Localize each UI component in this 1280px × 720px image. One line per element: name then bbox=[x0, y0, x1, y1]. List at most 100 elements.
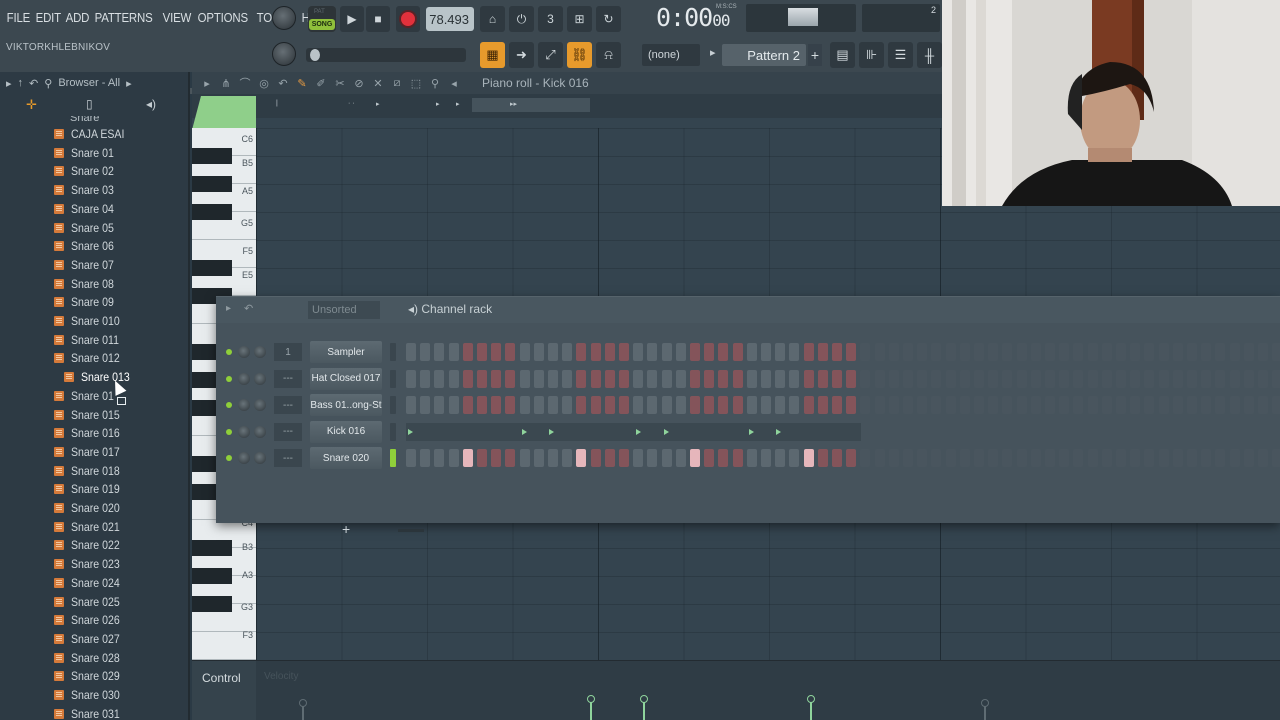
step-button[interactable] bbox=[519, 369, 530, 388]
step-button[interactable] bbox=[491, 396, 502, 414]
step-button[interactable] bbox=[1116, 396, 1126, 414]
add-pattern-button[interactable]: + bbox=[808, 44, 822, 66]
step-button[interactable] bbox=[1187, 449, 1197, 467]
step-button[interactable] bbox=[1229, 369, 1240, 388]
step-button[interactable] bbox=[477, 343, 487, 361]
step-button[interactable] bbox=[888, 369, 899, 388]
step-button[interactable] bbox=[619, 396, 629, 414]
step-button[interactable] bbox=[690, 449, 700, 467]
step-button[interactable] bbox=[1201, 449, 1212, 467]
step-button[interactable] bbox=[1030, 369, 1041, 388]
step-button[interactable] bbox=[974, 396, 984, 414]
step-button[interactable] bbox=[704, 449, 715, 467]
control-label[interactable]: Control bbox=[202, 671, 241, 685]
step-button[interactable] bbox=[661, 396, 672, 414]
step-button[interactable] bbox=[832, 369, 842, 388]
step-button[interactable] bbox=[647, 396, 658, 414]
step-button[interactable] bbox=[718, 343, 729, 361]
step-button[interactable] bbox=[462, 449, 473, 467]
step-button[interactable] bbox=[604, 343, 615, 361]
step-button[interactable] bbox=[1229, 343, 1240, 361]
step-button[interactable] bbox=[1187, 343, 1197, 361]
step-button[interactable] bbox=[874, 369, 885, 388]
step-button[interactable] bbox=[619, 449, 629, 467]
step-button[interactable] bbox=[945, 396, 956, 414]
step-button[interactable] bbox=[789, 396, 800, 414]
step-button[interactable] bbox=[846, 449, 857, 467]
step-button[interactable] bbox=[1187, 396, 1197, 414]
countdown-icon[interactable]: 3 bbox=[538, 6, 563, 32]
delete-icon[interactable]: ✂ bbox=[333, 76, 347, 90]
browser-item[interactable]: Snare 021 bbox=[54, 518, 126, 536]
step-button[interactable] bbox=[1229, 396, 1240, 414]
step-button[interactable] bbox=[1116, 343, 1126, 361]
metronome-icon[interactable]: ⌂ bbox=[480, 6, 505, 32]
arrow-right-icon[interactable]: ➜ bbox=[509, 42, 534, 68]
browser-item[interactable]: Snare 022 bbox=[54, 536, 126, 554]
step-button[interactable] bbox=[1059, 343, 1070, 361]
channel-select-indicator[interactable] bbox=[390, 396, 396, 414]
step-button[interactable] bbox=[732, 369, 743, 388]
step-button[interactable] bbox=[548, 449, 558, 467]
volume-knob[interactable] bbox=[254, 452, 266, 464]
channel-select-indicator[interactable] bbox=[390, 369, 396, 388]
step-button[interactable] bbox=[434, 449, 445, 467]
step-button[interactable] bbox=[1272, 343, 1280, 361]
browser-title[interactable]: Browser - All bbox=[58, 77, 120, 89]
step-button[interactable] bbox=[434, 343, 445, 361]
channel-name-button[interactable]: Bass 01..ong-St bbox=[310, 394, 382, 416]
step-button[interactable] bbox=[1101, 369, 1112, 388]
mute-led[interactable] bbox=[226, 428, 232, 435]
step-button[interactable] bbox=[832, 343, 842, 361]
step-button[interactable] bbox=[917, 369, 928, 388]
tempo-display[interactable]: 78.493 bbox=[426, 7, 474, 31]
channel-select-indicator[interactable] bbox=[390, 449, 396, 467]
step-button[interactable] bbox=[704, 369, 715, 388]
step-button[interactable] bbox=[590, 396, 601, 414]
step-button[interactable] bbox=[675, 369, 686, 388]
channel-name-button[interactable]: Kick 016 bbox=[310, 420, 382, 443]
step-button[interactable] bbox=[988, 449, 999, 467]
step-button[interactable] bbox=[519, 396, 530, 414]
step-button[interactable] bbox=[931, 449, 942, 467]
channel-rack-window-icon[interactable]: ☰ bbox=[888, 42, 913, 68]
target-icon[interactable]: ◎ bbox=[257, 76, 271, 90]
step-button[interactable] bbox=[434, 396, 445, 414]
browser-item[interactable]: Snare 028 bbox=[54, 649, 126, 667]
black-key[interactable] bbox=[192, 176, 232, 192]
volume-knob[interactable] bbox=[254, 425, 266, 438]
step-button[interactable] bbox=[945, 343, 956, 361]
step-button[interactable] bbox=[888, 396, 899, 414]
menu-arrow-icon[interactable]: ▸ bbox=[200, 76, 214, 90]
step-button[interactable] bbox=[1045, 369, 1055, 388]
rack-undo-icon[interactable]: ↶ bbox=[244, 302, 253, 315]
browser-item[interactable]: Snare 018 bbox=[54, 462, 126, 480]
black-key[interactable] bbox=[192, 568, 232, 584]
wait-for-input-icon[interactable]: ⏻ bbox=[509, 6, 534, 32]
step-button[interactable] bbox=[761, 396, 771, 414]
browser-add-icon[interactable]: ✛ bbox=[26, 97, 37, 113]
step-button[interactable] bbox=[974, 369, 984, 388]
browser-file-icon[interactable]: ▯ bbox=[86, 97, 93, 111]
step-button[interactable] bbox=[448, 449, 459, 467]
menu-view[interactable]: VIEW bbox=[160, 6, 194, 30]
mute-led[interactable] bbox=[226, 402, 232, 408]
browser-item[interactable]: CAJA ESAI bbox=[54, 125, 132, 143]
add-channel-button[interactable]: + bbox=[342, 521, 350, 537]
step-button[interactable] bbox=[1201, 343, 1212, 361]
channel-name-button[interactable]: Sampler bbox=[310, 341, 382, 363]
black-key[interactable] bbox=[192, 260, 232, 276]
mixer-route[interactable]: --- bbox=[274, 449, 302, 467]
step-button[interactable] bbox=[1073, 369, 1084, 388]
step-button[interactable] bbox=[775, 396, 786, 414]
step-button[interactable] bbox=[803, 369, 814, 388]
browser-speaker-icon[interactable]: ◂) bbox=[146, 97, 156, 111]
step-button[interactable] bbox=[1243, 396, 1254, 414]
step-button[interactable] bbox=[505, 343, 516, 361]
master-pitch-knob[interactable] bbox=[272, 42, 296, 66]
step-button[interactable] bbox=[533, 396, 544, 414]
step-button[interactable] bbox=[1030, 396, 1041, 414]
browser-back-icon[interactable]: ↶ bbox=[29, 77, 38, 90]
browser-item[interactable]: Snare 06 bbox=[54, 237, 120, 255]
step-button[interactable] bbox=[903, 449, 913, 467]
